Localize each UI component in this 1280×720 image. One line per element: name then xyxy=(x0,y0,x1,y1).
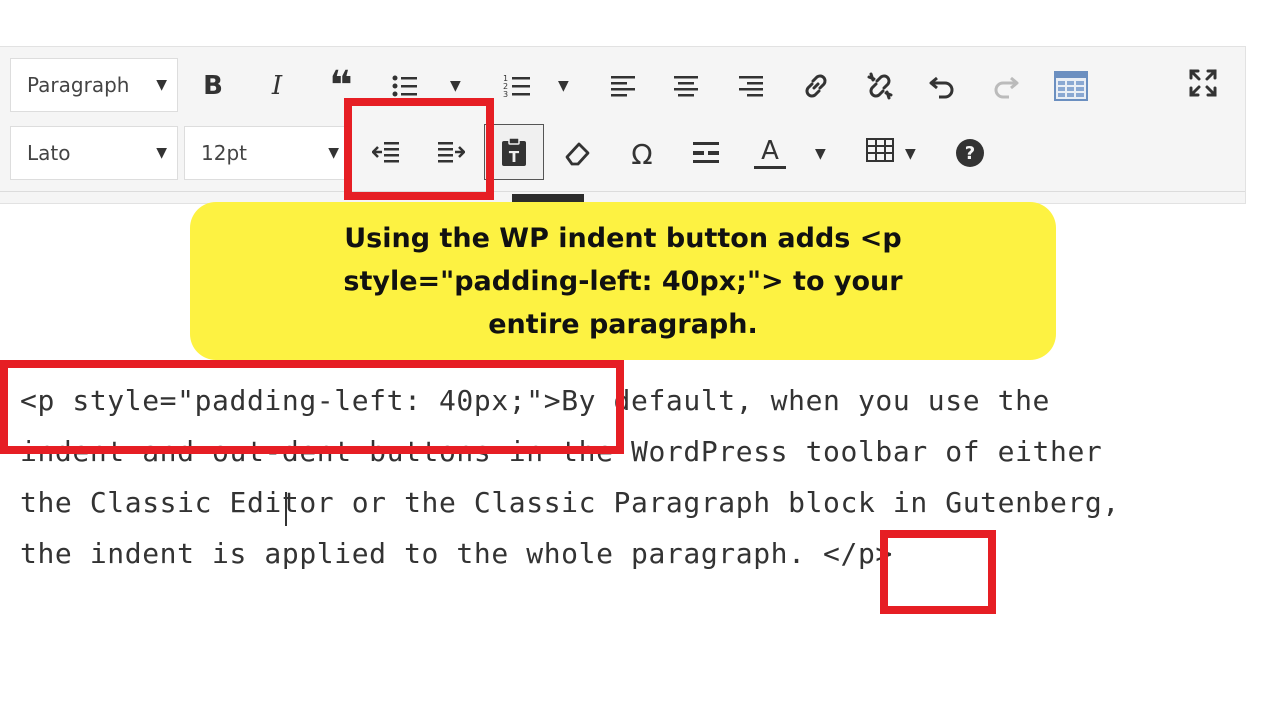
text-color-swatch xyxy=(754,165,786,169)
toolbar-toggle-icon xyxy=(1054,71,1088,101)
redo-icon xyxy=(994,76,1019,99)
toolbar-toggle-button[interactable] xyxy=(1051,66,1091,106)
horizontal-line-icon xyxy=(693,142,719,163)
chevron-down-icon: ▼ xyxy=(156,145,167,161)
redo-button[interactable] xyxy=(986,66,1026,106)
svg-text:T: T xyxy=(509,148,520,166)
editor-line-3[interactable]: the Classic Editor or the Classic Paragr… xyxy=(20,486,1120,519)
align-left-button[interactable] xyxy=(603,66,643,106)
font-size-select[interactable]: 12pt ▼ xyxy=(184,126,350,180)
font-family-select[interactable]: Lato ▼ xyxy=(10,126,178,180)
horizontal-line-button[interactable] xyxy=(686,133,726,173)
editor-line-4[interactable]: the indent is applied to the whole parag… xyxy=(20,537,893,570)
indent-buttons-highlight xyxy=(344,98,494,200)
undo-icon xyxy=(929,76,954,99)
format-select-value: Paragraph xyxy=(27,73,130,97)
align-center-button[interactable] xyxy=(666,66,706,106)
bulleted-list-dropdown-icon[interactable]: ▼ xyxy=(450,78,461,94)
text-color-button[interactable]: A xyxy=(752,132,788,172)
text-cursor xyxy=(285,492,287,526)
editor-line-4-text: the indent is applied to the whole parag… xyxy=(20,537,824,570)
fullscreen-button[interactable] xyxy=(1183,63,1223,103)
numbered-list-icon: 1 2 3 xyxy=(503,74,530,99)
insert-link-icon xyxy=(805,74,827,98)
bold-button[interactable]: B xyxy=(198,66,228,106)
format-select[interactable]: Paragraph ▼ xyxy=(10,58,178,112)
align-left-icon xyxy=(611,76,635,97)
table-dropdown-icon[interactable]: ▼ xyxy=(905,146,916,162)
font-size-select-value: 12pt xyxy=(201,141,247,165)
text-color-icon: A xyxy=(761,135,779,166)
remove-link-button[interactable] xyxy=(860,66,900,106)
svg-text:3: 3 xyxy=(503,90,508,99)
table-icon xyxy=(866,138,894,162)
closing-tag-highlight xyxy=(880,530,996,614)
toolbar-bottom-divider xyxy=(0,191,1245,192)
special-character-button[interactable]: Ω xyxy=(624,134,660,174)
italic-icon: I xyxy=(271,71,283,101)
editor-line-1-text: By default, when you use the xyxy=(561,384,1050,417)
text-color-dropdown-icon[interactable]: ▼ xyxy=(815,146,826,162)
omega-icon: Ω xyxy=(631,137,653,171)
fullscreen-icon xyxy=(1189,69,1217,97)
numbered-list-button[interactable]: 1 2 3 xyxy=(497,66,537,106)
remove-link-icon xyxy=(867,72,893,100)
table-button[interactable] xyxy=(860,130,900,170)
chevron-down-icon: ▼ xyxy=(156,77,167,93)
undo-button[interactable] xyxy=(922,66,962,106)
clear-formatting-icon xyxy=(565,142,590,166)
opening-tag-highlight xyxy=(0,360,624,454)
align-right-icon xyxy=(739,76,763,97)
bulleted-list-icon xyxy=(392,75,417,97)
chevron-down-icon: ▼ xyxy=(328,145,339,161)
callout-text: Using the WP indent button adds <p style… xyxy=(343,222,903,340)
help-icon: ? xyxy=(964,142,976,164)
align-center-icon xyxy=(674,76,698,97)
clear-formatting-button[interactable] xyxy=(557,133,597,173)
callout-box: Using the WP indent button adds <p style… xyxy=(190,202,1056,360)
paste-as-text-icon: T xyxy=(502,137,526,166)
bold-icon: B xyxy=(203,71,223,101)
numbered-list-dropdown-icon[interactable]: ▼ xyxy=(558,78,569,94)
help-button[interactable]: ? xyxy=(956,139,984,167)
italic-button[interactable]: I xyxy=(262,66,292,106)
insert-link-button[interactable] xyxy=(796,66,836,106)
font-family-select-value: Lato xyxy=(27,141,71,165)
align-right-button[interactable] xyxy=(731,66,771,106)
